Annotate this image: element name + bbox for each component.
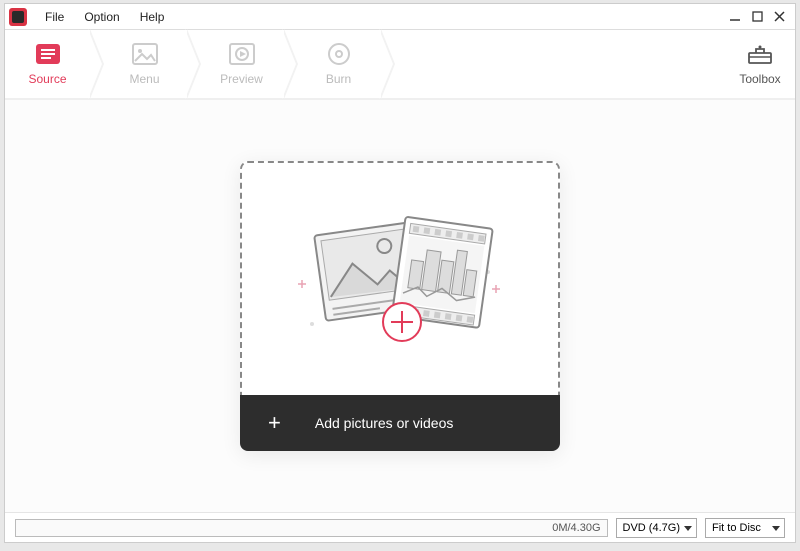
status-bar: 0M/4.30G DVD (4.7G) Fit to Disc xyxy=(5,512,795,542)
step-label: Source xyxy=(28,72,66,86)
app-window: File Option Help Source Menu xyxy=(4,3,796,543)
maximize-button[interactable] xyxy=(749,9,765,25)
maximize-icon xyxy=(752,11,763,22)
add-media-bar[interactable]: + Add pictures or videos xyxy=(240,395,560,451)
step-menu[interactable]: Menu xyxy=(102,30,187,98)
text-lines-icon xyxy=(34,42,62,66)
disc-type-select[interactable]: DVD (4.7G) xyxy=(616,518,697,538)
minimize-icon xyxy=(729,11,741,23)
step-label: Preview xyxy=(220,72,263,86)
media-illustration-icon xyxy=(280,194,520,364)
capacity-progress: 0M/4.30G xyxy=(15,519,608,537)
capacity-text: 0M/4.30G xyxy=(552,522,600,534)
step-tabs: Source Menu Preview Burn xyxy=(5,30,795,100)
toolbox-button[interactable]: Toolbox xyxy=(725,30,795,98)
main-area: + Add pictures or videos xyxy=(5,100,795,512)
app-logo-icon xyxy=(9,8,27,26)
disc-icon xyxy=(325,42,353,66)
step-preview[interactable]: Preview xyxy=(199,30,284,98)
menu-option[interactable]: Option xyxy=(74,6,129,28)
step-label: Menu xyxy=(129,72,159,86)
step-source[interactable]: Source xyxy=(5,30,90,98)
add-media-label: Add pictures or videos xyxy=(315,415,454,431)
photo-icon xyxy=(131,42,159,66)
dropzone-illustration xyxy=(240,161,560,395)
step-label: Burn xyxy=(326,72,351,86)
close-icon xyxy=(774,11,785,22)
disc-type-value: DVD (4.7G) xyxy=(623,522,680,534)
menu-file[interactable]: File xyxy=(35,6,74,28)
play-circle-icon xyxy=(228,42,256,66)
step-burn[interactable]: Burn xyxy=(296,30,381,98)
menu-help[interactable]: Help xyxy=(130,6,175,28)
minimize-button[interactable] xyxy=(727,9,743,25)
menubar: File Option Help xyxy=(5,4,795,30)
toolbox-label: Toolbox xyxy=(739,72,780,86)
toolbox-icon xyxy=(747,43,773,68)
step-separator xyxy=(381,29,395,99)
close-button[interactable] xyxy=(771,9,787,25)
plus-icon: + xyxy=(268,410,281,436)
fit-mode-value: Fit to Disc xyxy=(712,522,761,534)
window-controls xyxy=(727,9,791,25)
add-media-dropzone[interactable]: + Add pictures or videos xyxy=(240,161,560,451)
fit-mode-select[interactable]: Fit to Disc xyxy=(705,518,785,538)
